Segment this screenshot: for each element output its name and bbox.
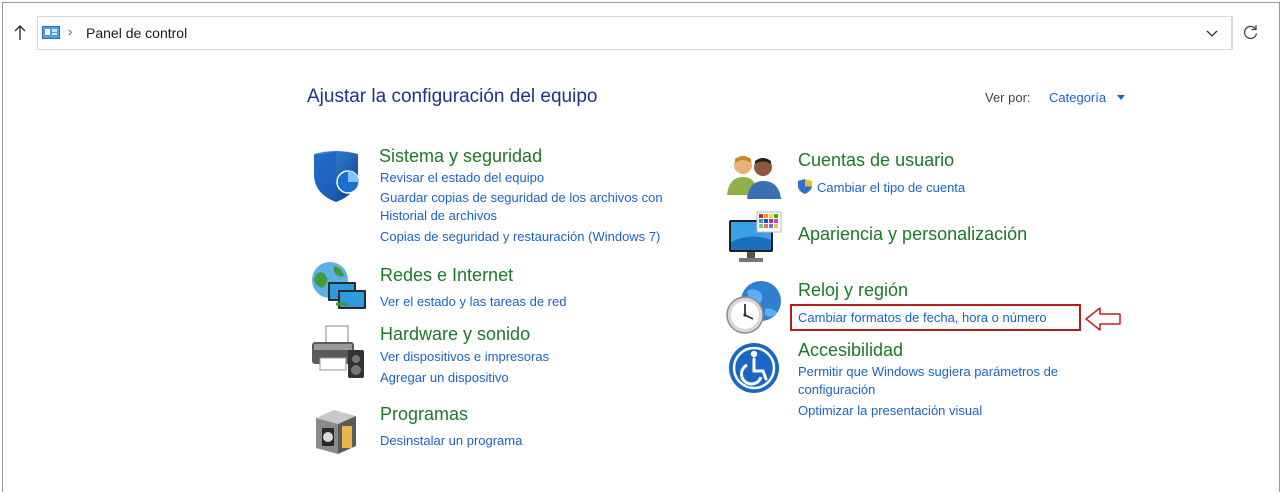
category-title-system-security[interactable]: Sistema y seguridad [379,146,542,167]
link-change-account-type[interactable]: Cambiar el tipo de cuenta [817,178,965,197]
printer-icon[interactable] [308,324,366,382]
caret-down-icon[interactable] [1117,95,1125,100]
control-panel-window: › Panel de control Ajustar la configurac… [2,2,1280,492]
link-file-history[interactable]: Historial de archivos [380,206,497,225]
category-title-programs[interactable]: Programas [380,404,468,425]
link-uninstall-program[interactable]: Desinstalar un programa [380,431,522,450]
address-divider [1232,16,1233,50]
category-title-accessibility[interactable]: Accesibilidad [798,340,903,361]
category-title-network-internet[interactable]: Redes e Internet [380,265,513,286]
monitor-palette-icon[interactable] [725,210,785,266]
control-panel-icon [42,26,60,39]
category-title-clock-region[interactable]: Reloj y región [798,280,908,301]
category-title-user-accounts[interactable]: Cuentas de usuario [798,150,954,171]
breadcrumb-separator-icon: › [68,24,73,39]
link-check-computer-status[interactable]: Revisar el estado del equipo [380,168,544,187]
link-devices-printers[interactable]: Ver dispositivos e impresoras [380,347,549,366]
up-arrow-icon[interactable] [12,23,28,43]
link-optimize-visual-display[interactable]: Optimizar la presentación visual [798,401,982,420]
link-network-status[interactable]: Ver el estado y las tareas de red [380,292,566,311]
category-title-hardware-sound[interactable]: Hardware y sonido [380,324,530,345]
shield-icon[interactable] [308,146,366,204]
breadcrumb-control-panel[interactable]: Panel de control [86,25,187,41]
view-by-dropdown[interactable]: Categoría [1049,90,1106,105]
page-title: Ajustar la configuración del equipo [307,86,598,107]
link-windows-suggest-settings[interactable]: Permitir que Windows sugiera parámetros … [798,362,1058,381]
programs-box-icon[interactable] [312,404,362,456]
clock-globe-icon[interactable] [725,279,785,335]
accessibility-icon[interactable] [727,341,781,395]
link-change-date-time-number-formats[interactable]: Cambiar formatos de fecha, hora o número [798,308,1047,327]
users-icon[interactable] [725,151,783,201]
network-globe-icon[interactable] [308,260,368,312]
view-by-label: Ver por: [985,90,1031,105]
category-title-appearance[interactable]: Apariencia y personalización [798,224,1027,245]
link-backup-restore[interactable]: Copias de seguridad y restauración (Wind… [380,227,660,246]
link-windows-suggest-settings-cont[interactable]: configuración [798,380,875,399]
chevron-down-icon[interactable] [1205,26,1219,40]
address-bar[interactable]: › Panel de control [37,16,1232,50]
uac-shield-icon [798,179,812,194]
link-save-backup-copies[interactable]: Guardar copias de seguridad de los archi… [380,188,663,207]
link-add-device[interactable]: Agregar un dispositivo [380,368,509,387]
pointer-arrow-icon [1085,307,1121,331]
refresh-icon[interactable] [1240,21,1262,43]
